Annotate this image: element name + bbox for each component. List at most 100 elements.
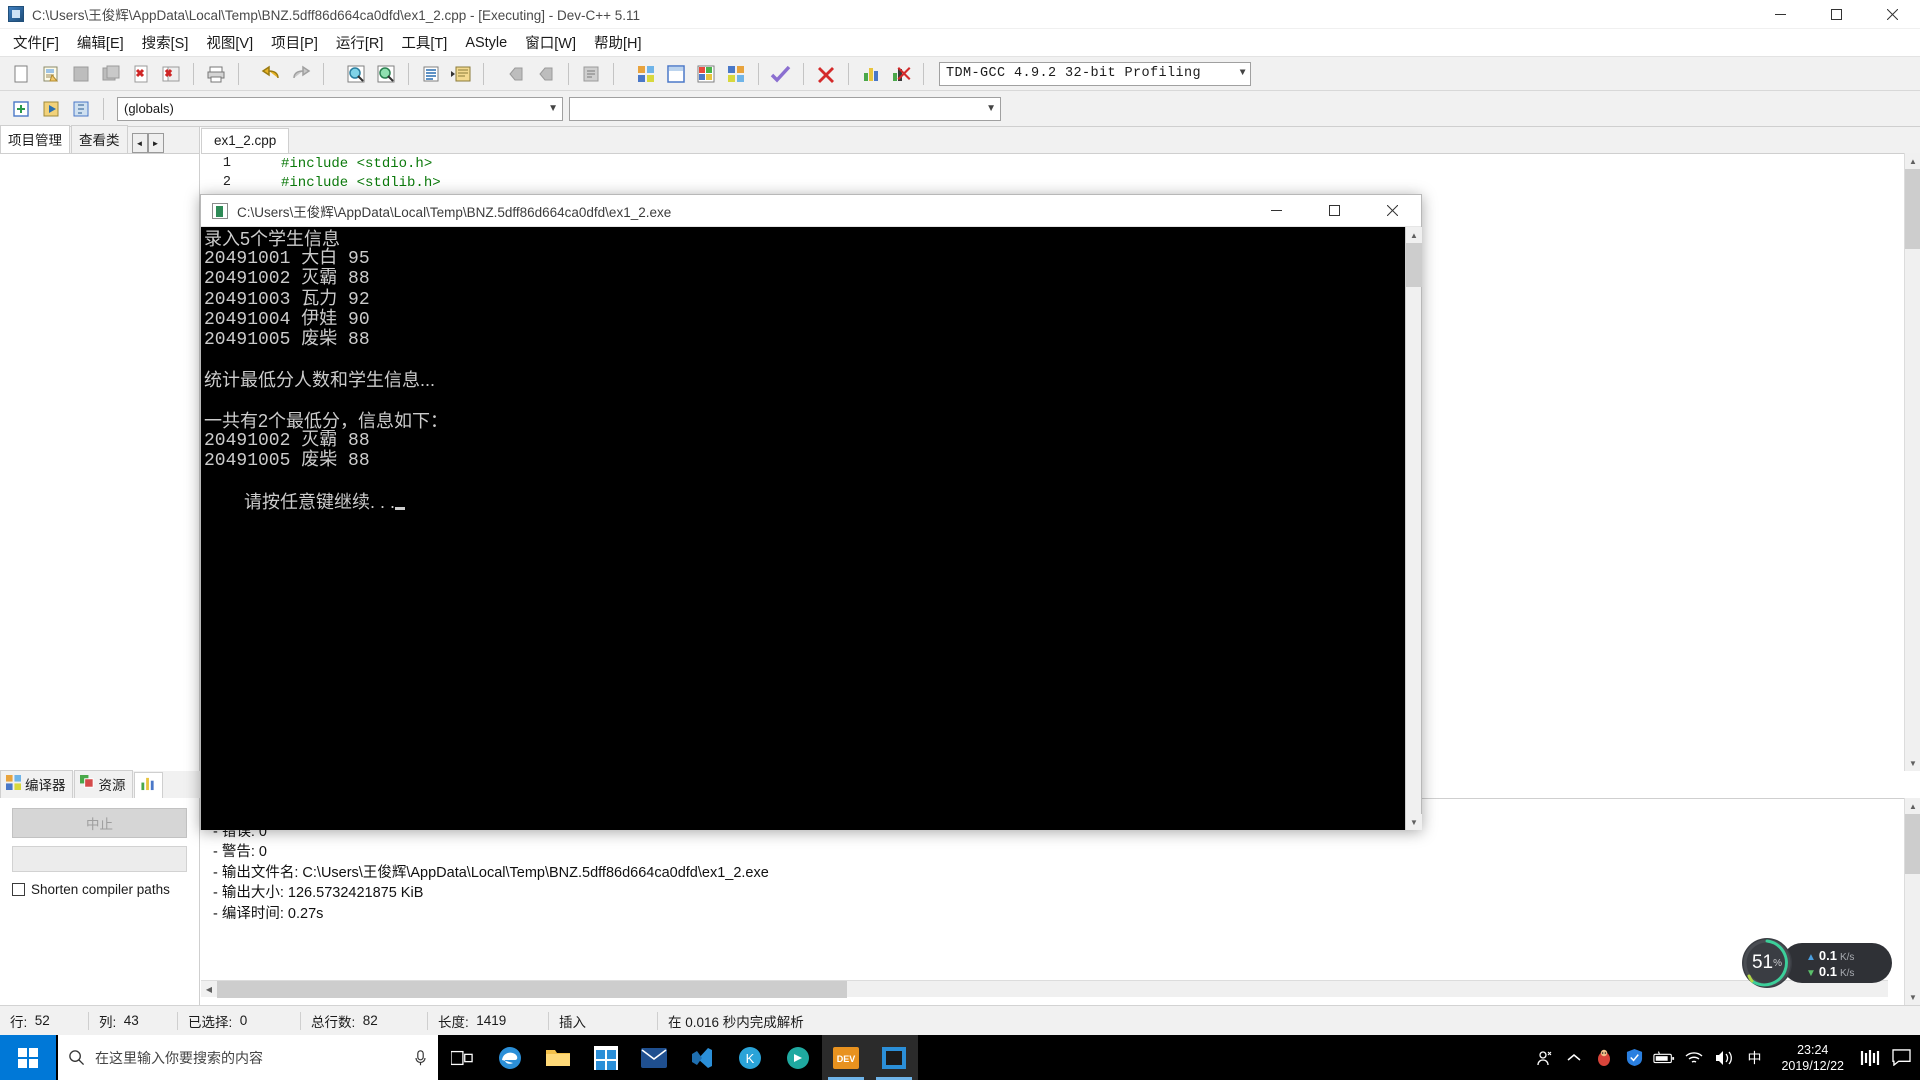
undo-icon[interactable] bbox=[257, 60, 285, 88]
scrollbar-thumb[interactable] bbox=[1905, 814, 1920, 874]
maximize-button[interactable] bbox=[1808, 0, 1864, 29]
menu-astyle[interactable]: AStyle bbox=[456, 32, 516, 54]
tab-scroll-prev-icon[interactable]: ◄ bbox=[131, 133, 148, 153]
network-speed-widget[interactable]: ▲ 0.1 K/s ▼ 0.1 K/s 51% bbox=[1742, 938, 1892, 988]
shorten-paths-checkbox[interactable] bbox=[12, 883, 25, 896]
menu-view[interactable]: 视图[V] bbox=[197, 29, 262, 56]
scroll-up-icon[interactable]: ▲ bbox=[1905, 798, 1920, 814]
qq-icon[interactable] bbox=[1589, 1035, 1619, 1080]
close-file-icon[interactable] bbox=[127, 60, 155, 88]
mail-app-icon[interactable] bbox=[630, 1035, 678, 1080]
save-file-icon[interactable] bbox=[67, 60, 95, 88]
dev-cpp-taskbar-icon[interactable]: DEV bbox=[822, 1035, 870, 1080]
taskbar-clock[interactable]: 23:24 2019/12/22 bbox=[1769, 1035, 1856, 1080]
unindent-icon[interactable] bbox=[502, 60, 530, 88]
indent-icon[interactable] bbox=[532, 60, 560, 88]
abort-button[interactable]: 中止 bbox=[12, 808, 187, 838]
mobile-assistant-icon[interactable] bbox=[1856, 1035, 1886, 1080]
scroll-down-icon[interactable]: ▼ bbox=[1406, 814, 1422, 830]
file-explorer-icon[interactable] bbox=[534, 1035, 582, 1080]
redo-icon[interactable] bbox=[287, 60, 315, 88]
scrollbar-thumb[interactable] bbox=[1406, 243, 1422, 287]
start-button[interactable] bbox=[0, 1035, 56, 1080]
console-taskbar-icon[interactable] bbox=[870, 1035, 918, 1080]
menu-file[interactable]: 文件[F] bbox=[4, 29, 68, 56]
new-file-icon[interactable] bbox=[7, 60, 35, 88]
console-vertical-scrollbar[interactable]: ▲ ▼ bbox=[1405, 227, 1422, 830]
project-close-icon[interactable] bbox=[722, 60, 750, 88]
stop-execution-icon[interactable] bbox=[812, 60, 840, 88]
status-total-lines: 总行数: 82 bbox=[301, 1006, 427, 1036]
ime-indicator[interactable]: 中 bbox=[1739, 1035, 1769, 1080]
tab-class-browser[interactable]: 查看类 bbox=[71, 125, 128, 153]
scrollbar-thumb[interactable] bbox=[217, 981, 847, 998]
menu-window[interactable]: 窗口[W] bbox=[516, 29, 585, 56]
comment-icon[interactable] bbox=[577, 60, 605, 88]
step-icon[interactable] bbox=[67, 95, 95, 123]
scroll-down-icon[interactable]: ▼ bbox=[1905, 989, 1920, 1005]
vscode-icon[interactable] bbox=[678, 1035, 726, 1080]
project-new-icon[interactable] bbox=[632, 60, 660, 88]
print-icon[interactable] bbox=[202, 60, 230, 88]
scroll-up-icon[interactable]: ▲ bbox=[1905, 153, 1920, 169]
compiler-select[interactable]: TDM-GCC 4.9.2 32-bit Profiling ▼ bbox=[939, 61, 1251, 86]
volume-icon[interactable] bbox=[1709, 1035, 1739, 1080]
save-all-icon[interactable] bbox=[97, 60, 125, 88]
tab-scroll-next-icon[interactable]: ► bbox=[147, 133, 164, 153]
scope-select[interactable]: (globals) ▼ bbox=[117, 96, 563, 121]
log-vertical-scrollbar[interactable]: ▲ ▼ bbox=[1904, 798, 1920, 1005]
microsoft-store-icon[interactable] bbox=[582, 1035, 630, 1080]
scrollbar-thumb[interactable] bbox=[1905, 169, 1920, 249]
scroll-down-icon[interactable]: ▼ bbox=[1905, 755, 1920, 771]
scroll-left-icon[interactable]: ◀ bbox=[201, 981, 217, 997]
open-file-icon[interactable] bbox=[37, 60, 65, 88]
taskbar-search-box[interactable]: 在这里输入你要搜索的内容 bbox=[58, 1035, 438, 1080]
find-next-icon[interactable] bbox=[372, 60, 400, 88]
menu-project[interactable]: 项目[P] bbox=[262, 29, 327, 56]
kugou-music-icon[interactable]: K bbox=[726, 1035, 774, 1080]
tab-ex1_2-cpp[interactable]: ex1_2.cpp bbox=[201, 128, 290, 153]
profile-analysis-icon[interactable] bbox=[857, 60, 885, 88]
menu-edit[interactable]: 编辑[E] bbox=[68, 29, 133, 56]
action-center-icon[interactable] bbox=[1886, 1035, 1916, 1080]
project-save-icon[interactable] bbox=[692, 60, 720, 88]
shorten-paths-row[interactable]: Shorten compiler paths bbox=[12, 882, 187, 897]
goto-next-icon[interactable] bbox=[447, 60, 475, 88]
tab-compiler[interactable]: 编译器 bbox=[0, 770, 73, 798]
console-close-button[interactable] bbox=[1363, 195, 1421, 227]
compile-check-icon[interactable] bbox=[767, 60, 795, 88]
task-view-icon[interactable] bbox=[438, 1035, 486, 1080]
menu-search[interactable]: 搜索[S] bbox=[133, 29, 198, 56]
project-tree[interactable] bbox=[0, 153, 199, 782]
tab-project-manager[interactable]: 项目管理 bbox=[0, 125, 70, 153]
minimize-button[interactable] bbox=[1752, 0, 1808, 29]
scroll-up-icon[interactable]: ▲ bbox=[1406, 227, 1422, 243]
cpu-usage-dial[interactable]: 51% bbox=[1742, 938, 1792, 988]
add-to-project-icon[interactable] bbox=[7, 95, 35, 123]
log-horizontal-scrollbar[interactable]: ◀ bbox=[201, 980, 1888, 998]
editor-vertical-scrollbar[interactable]: ▲ ▼ bbox=[1904, 153, 1920, 771]
delete-profile-icon[interactable] bbox=[887, 60, 915, 88]
menu-help[interactable]: 帮助[H] bbox=[585, 29, 651, 56]
console-minimize-button[interactable] bbox=[1247, 195, 1305, 227]
find-icon[interactable] bbox=[342, 60, 370, 88]
edge-browser-icon[interactable] bbox=[486, 1035, 534, 1080]
app-teal-icon[interactable] bbox=[774, 1035, 822, 1080]
battery-icon[interactable] bbox=[1649, 1035, 1679, 1080]
console-window[interactable]: C:\Users\王俊辉\AppData\Local\Temp\BNZ.5dff… bbox=[200, 194, 1422, 830]
show-hidden-icons-chevron-icon[interactable] bbox=[1559, 1035, 1589, 1080]
goto-line-icon[interactable] bbox=[417, 60, 445, 88]
console-maximize-button[interactable] bbox=[1305, 195, 1363, 227]
menu-tools[interactable]: 工具[T] bbox=[392, 29, 456, 56]
menu-run[interactable]: 运行[R] bbox=[327, 29, 393, 56]
project-open-icon[interactable] bbox=[662, 60, 690, 88]
tab-compile-log[interactable] bbox=[133, 772, 163, 798]
people-icon[interactable] bbox=[1529, 1035, 1559, 1080]
tab-resources[interactable]: 资源 bbox=[73, 770, 133, 798]
close-button[interactable] bbox=[1864, 0, 1920, 29]
close-all-icon[interactable] bbox=[157, 60, 185, 88]
compile-run-icon[interactable] bbox=[37, 95, 65, 123]
member-select[interactable]: ▼ bbox=[569, 96, 1001, 121]
security-shield-icon[interactable] bbox=[1619, 1035, 1649, 1080]
wifi-icon[interactable] bbox=[1679, 1035, 1709, 1080]
